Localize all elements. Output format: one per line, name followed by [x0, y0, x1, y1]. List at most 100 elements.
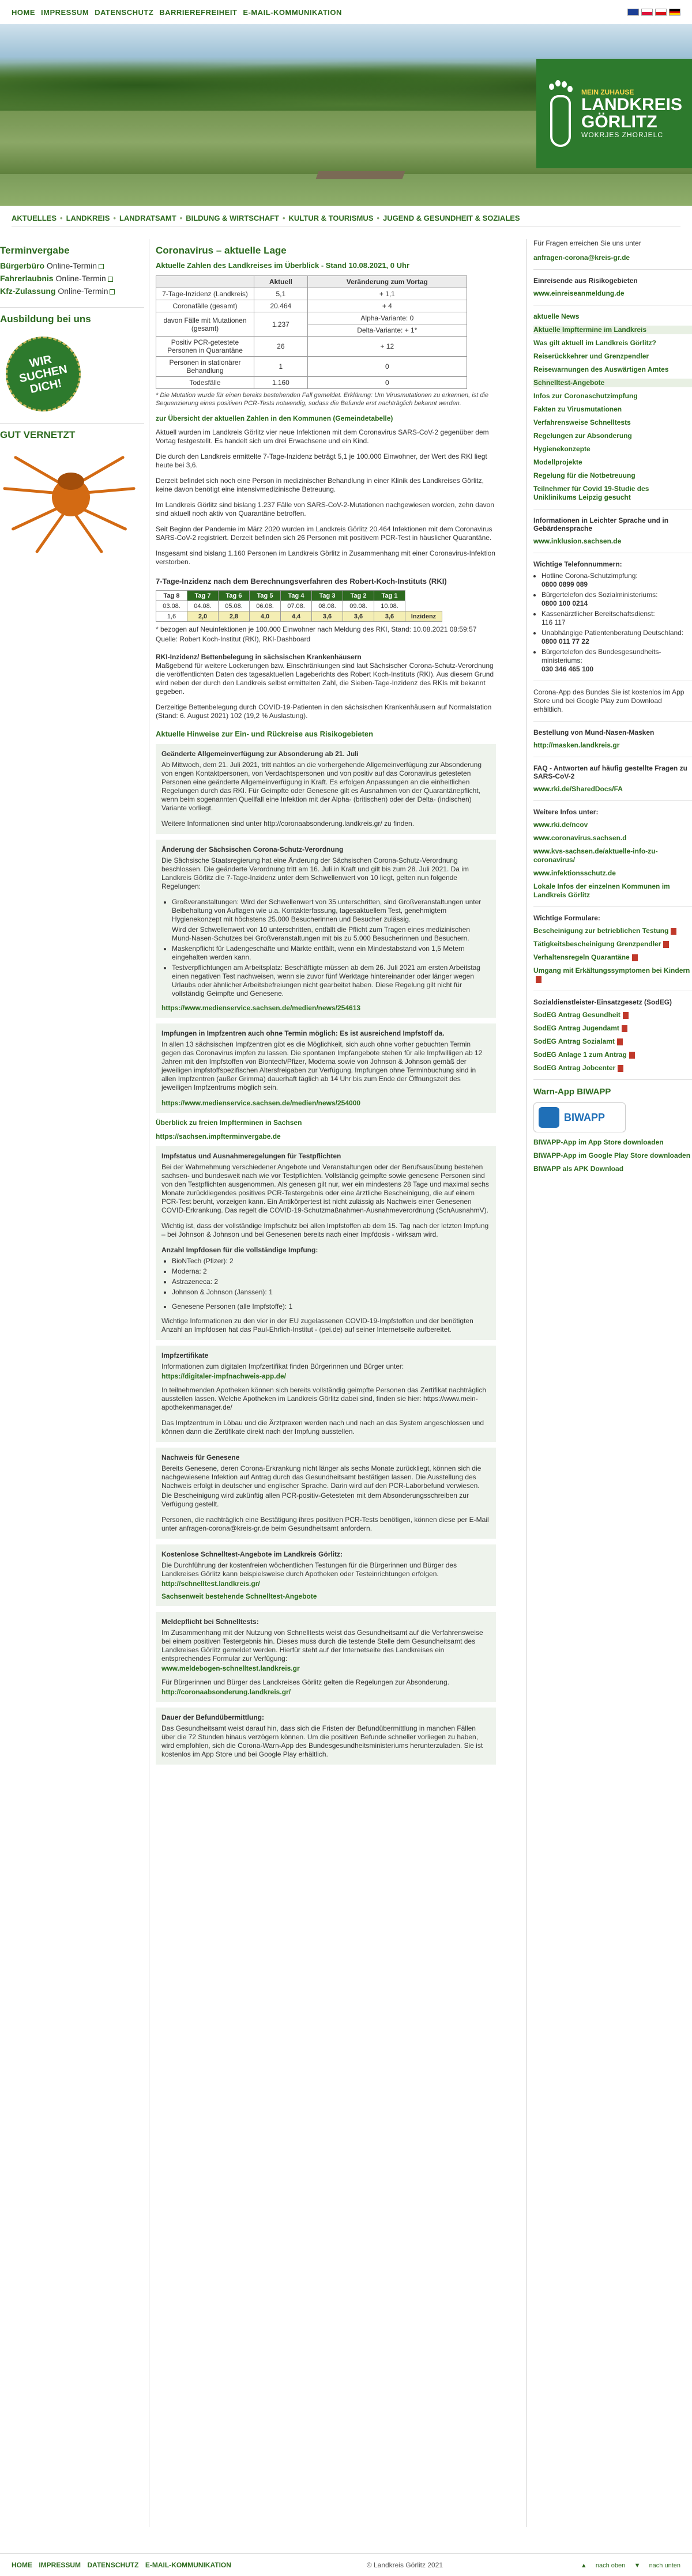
sodeg-sozialamt[interactable]: SodEG Antrag Sozialamt — [533, 1037, 692, 1046]
termin-fahrerlaubnis[interactable]: Fahrerlaubnis Online-Termin — [0, 274, 144, 283]
infektionsschutz-link[interactable]: www.infektionsschutz.de — [533, 869, 692, 878]
main-nav: AKTUELLES • LANDKREIS • LANDRATSAMT • BILDU… — [12, 206, 680, 226]
uk-flag-icon[interactable] — [627, 9, 639, 16]
footer-email[interactable]: E-MAIL-KOMMUNIKATION — [145, 2561, 231, 2569]
table-header — [156, 275, 254, 288]
page-title: Coronavirus – aktuelle Lage — [156, 245, 287, 256]
termin-kfz[interactable]: Kfz-Zulassung Online-Termin — [0, 286, 144, 296]
right-link-news[interactable]: aktuelle News — [533, 312, 692, 321]
kommunen-infos-link[interactable]: Lokale Infos der einzelnen Kommunen im L… — [533, 882, 692, 900]
impfung-text: In allen 13 sächsischen Impfzentren gibt… — [161, 1040, 483, 1091]
topnav-email[interactable]: E-MAIL-KOMMUNIKATION — [243, 8, 342, 17]
right-link-impfung[interactable]: Infos zur Coronaschutzimpfung — [533, 392, 692, 401]
cz-flag-icon[interactable] — [655, 9, 667, 16]
topnav-datenschutz[interactable]: DATENSCHUTZ — [95, 8, 153, 17]
logo-big-2: GÖRLITZ — [581, 112, 657, 131]
footer-home[interactable]: HOME — [12, 2561, 32, 2569]
right-link-verfahrensweise[interactable]: Verfahrensweise Schnelltests — [533, 418, 692, 427]
scroll-bottom-link[interactable]: ▼ nach unten — [634, 2562, 680, 2569]
biwapp-googleplay-link[interactable]: BIWAPP-App im Google Play Store download… — [533, 1151, 692, 1160]
ausbildung-heading[interactable]: Ausbildung bei uns — [0, 307, 144, 325]
right-link-absonderung[interactable]: Regelungen zur Absonderung — [533, 432, 692, 440]
main-content: Coronavirus – aktuelle Lage Aktuelle Zah… — [156, 239, 496, 1770]
right-link-impftermine[interactable]: Aktuelle Impftermine im Landkreis — [533, 326, 692, 334]
sachsen-link[interactable]: www.coronavirus.sachsen.d — [533, 834, 692, 843]
termin-buergerbuero[interactable]: Bürgerbüro Online-Termin — [0, 261, 144, 270]
nav-kultur[interactable]: KULTUR & TOURISMUS — [289, 214, 374, 222]
kvs-link[interactable]: www.kvs-sachsen.de/aktuelle-info-zu-coro… — [533, 847, 692, 864]
impfung-link[interactable]: https://www.medienservice.sachsen.de/med… — [161, 1099, 490, 1107]
verordnung-link[interactable]: https://www.medienservice.sachsen.de/med… — [161, 1004, 490, 1012]
incidence-date-row: 03.08. 04.08. 05.08. 06.08. 07.08. 08.08. 09.0… — [156, 600, 442, 611]
right-link-hygienekonzepte[interactable]: Hygienekonzepte — [533, 445, 692, 454]
paragraph: Seit Beginn der Pandemie im März 2020 wu… — [156, 525, 492, 542]
form-quarantaene[interactable]: Verhaltensregeln Quarantäne — [533, 953, 692, 962]
contact-email-link[interactable]: anfragen-corona@kreis-gr.de — [533, 254, 692, 262]
right-link-schnelltest[interactable]: Schnelltest-Angebote — [533, 379, 692, 387]
terminvergabe-box: Terminvergabe Bürgerbüro Online-Termin F… — [0, 239, 144, 296]
footer-datenschutz[interactable]: DATENSCHUTZ — [87, 2561, 138, 2569]
form-grenzpendler[interactable]: Tätigkeitsbescheinigung Grenzpendler — [533, 940, 692, 949]
paragraph: Insgesamt sind bislang 1.160 Personen im… — [156, 549, 495, 566]
sodeg-gesundheit[interactable]: SodEG Antrag Gesundheit — [533, 1011, 692, 1019]
list-item: Kassenärztlicher Bereitschaftsdienst:116… — [541, 610, 692, 627]
sodeg-anlage[interactable]: SodEG Anlage 1 zum Antrag — [533, 1051, 692, 1059]
zertifikat-text-2: In teilnehmenden Apotheken können sich b… — [161, 1386, 487, 1411]
masken-heading: Bestellung von Mund-Nasen-Masken — [533, 728, 655, 736]
incidence-source[interactable]: Quelle: Robert Koch-Institut (RKI), RKI-… — [156, 635, 496, 644]
nav-bildung[interactable]: BILDUNG & WIRTSCHAFT — [186, 214, 279, 222]
form-betriebliche-testung[interactable]: Bescheinigung zur betrieblichen Testung — [533, 927, 692, 935]
kommunen-link[interactable]: zur Übersicht der aktuellen Zahlen in de… — [156, 414, 496, 422]
topnav-barrierefreiheit[interactable]: BARRIEREFREIHEIT — [159, 8, 237, 17]
footer-impressum[interactable]: IMPRESSUM — [39, 2561, 81, 2569]
wir-suchen-dich-badge[interactable]: WIR SUCHEN DICH! — [6, 337, 81, 411]
logo-text: MEIN ZUHAUSE LANDKREIS GÖRLITZ WOKRJES Z… — [581, 88, 682, 139]
masken-link[interactable]: http://masken.landkreis.gr — [533, 741, 692, 750]
weitere-infos-heading: Weitere Infos unter: — [533, 808, 599, 816]
impfterminvergabe-url[interactable]: https://sachsen.impfterminvergabe.de — [156, 1132, 496, 1140]
sachsen-schnelltest-link[interactable]: Sachsenweit bestehende Schnelltest-Angeb… — [161, 1592, 490, 1600]
de-flag-icon[interactable] — [669, 9, 680, 16]
landkreis-logo[interactable]: MEIN ZUHAUSE LANDKREIS GÖRLITZ WOKRJES Z… — [536, 59, 692, 168]
genesene-heading: Nachweis für Genesene — [161, 1453, 240, 1461]
sodeg-jugendamt[interactable]: SodEG Antrag Jugendamt — [533, 1024, 692, 1033]
right-link-was-gilt[interactable]: Was gilt aktuell im Landkreis Görlitz? — [533, 339, 692, 348]
pl-flag-icon[interactable] — [641, 9, 653, 16]
table-row: davon Fälle mit Mutationen (gesamt) 1.237… — [156, 312, 468, 337]
spider-icon[interactable] — [0, 447, 138, 556]
biwapp-appstore-link[interactable]: BIWAPP-App im App Store downloaden — [533, 1138, 692, 1147]
list-item: Moderna: 2 — [172, 1267, 490, 1276]
zertifikat-box: Impfzertifikate Informationen zum digita… — [156, 1346, 496, 1442]
nav-jugend[interactable]: JUGEND & GESUNDHEIT & SOZIALES — [383, 214, 520, 222]
right-link-notbetreuung[interactable]: Regelung für die Notbetreuung — [533, 471, 692, 480]
einreise-heading: Einreisende aus Risikogebieten — [533, 277, 638, 285]
biwapp-apk-link[interactable]: BIWAPP als APK Download — [533, 1165, 692, 1173]
incidence-note: * bezogen auf Neuinfektionen je 100.000 … — [156, 625, 477, 633]
stats-subtitle: Aktuelle Zahlen des Landkreises im Überb… — [156, 261, 410, 270]
scroll-top-link[interactable]: ▲ nach oben — [581, 2562, 625, 2569]
nav-landkreis[interactable]: LANDKREIS — [66, 214, 110, 222]
right-link-virusmutationen[interactable]: Fakten zu Virusmutationen — [533, 405, 692, 414]
biwapp-logo[interactable]: BIWAPP — [533, 1102, 626, 1132]
befund-heading: Dauer der Befundübermittlung: — [161, 1713, 265, 1721]
right-link-reiserueckkehrer[interactable]: Reiserückkehrer und Grenzpendler — [533, 352, 692, 361]
nav-aktuelles[interactable]: AKTUELLES — [12, 214, 57, 222]
nav-landratsamt[interactable]: LANDRATSAMT — [119, 214, 176, 222]
right-link-reisewarnungen[interactable]: Reisewarnungen des Auswärtigen Amtes — [533, 365, 692, 374]
freie-impftermine-link[interactable]: Überblick zu freien Impfterminen in Sach… — [156, 1119, 496, 1127]
einreise-link[interactable]: www.einreiseanmeldung.de — [533, 289, 692, 298]
faq-link[interactable]: www.rki.de/SharedDocs/FA — [533, 785, 692, 794]
impfnachweis-link[interactable]: https://digitaler-impfnachweis-app.de/ — [161, 1372, 490, 1380]
form-kinder[interactable]: Umgang mit Erkältungssymptomen bei Kinde… — [533, 966, 692, 984]
topnav-home[interactable]: HOME — [12, 8, 35, 17]
right-link-studie[interactable]: Teilnehmer für Covid 19-Studie des Unikl… — [533, 485, 692, 502]
right-link-modellprojekte[interactable]: Modellprojekte — [533, 458, 692, 467]
topnav-impressum[interactable]: IMPRESSUM — [41, 8, 89, 17]
rki-link[interactable]: www.rki.de/ncov — [533, 821, 692, 829]
meldebogen-link[interactable]: www.meldebogen-schnelltest.landkreis.gr — [161, 1664, 490, 1672]
schnelltest-url[interactable]: http://schnelltest.landkreis.gr/ — [161, 1580, 490, 1588]
absonderung-more[interactable]: Weitere Informationen sind unter http://… — [161, 819, 490, 828]
sodeg-jobcenter[interactable]: SodEG Antrag Jobcenter — [533, 1064, 692, 1072]
inklusion-link[interactable]: www.inklusion.sachsen.de — [533, 537, 692, 546]
absonderung-link[interactable]: http://coronaabsonderung.landkreis.gr/ — [161, 1688, 490, 1696]
